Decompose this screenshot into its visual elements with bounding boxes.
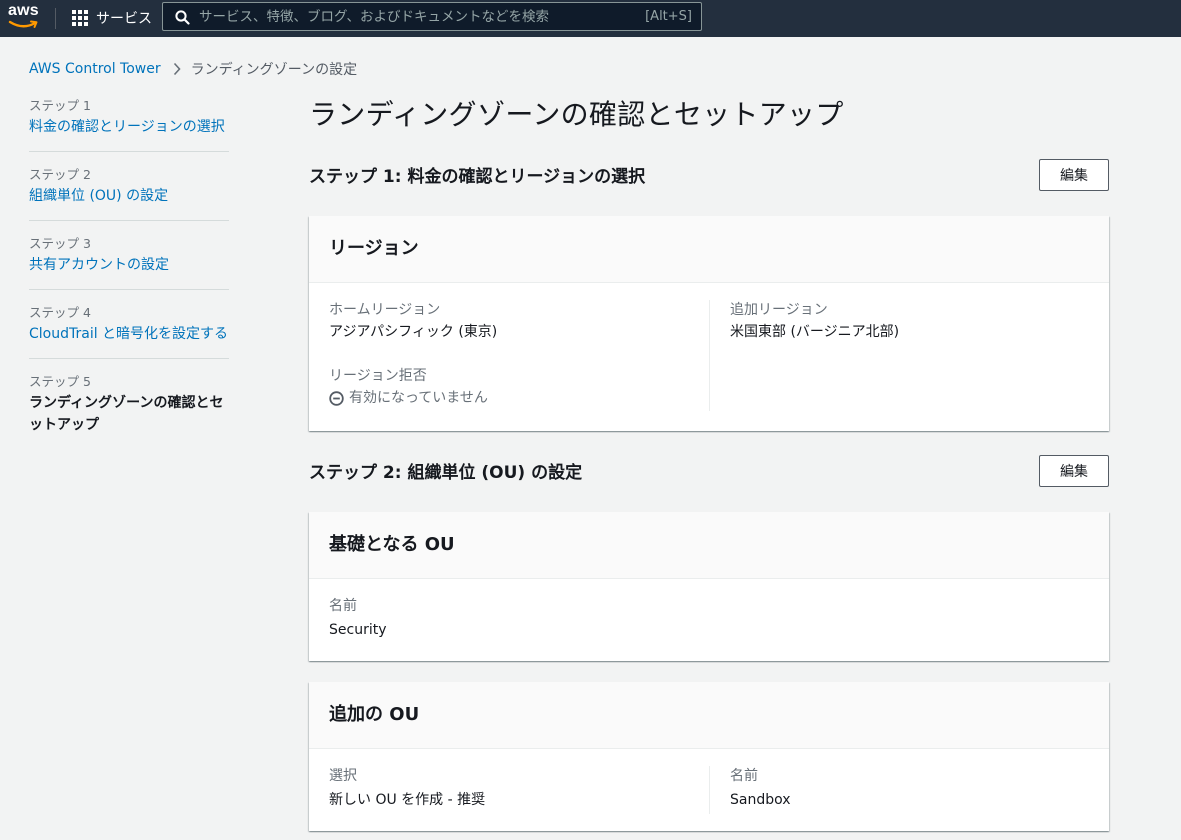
wizard-step-1: ステップ 1 料金の確認とリージョンの選択	[29, 96, 229, 152]
additional-ou-right-column: 名前 Sandbox	[730, 765, 1090, 811]
section-step-2-header: ステップ 2: 組織単位 (OU) の設定 編集	[309, 455, 1109, 487]
nav-divider	[55, 8, 56, 29]
additional-ou-name-value: Sandbox	[730, 792, 791, 808]
additional-ou-title: 追加の OU	[309, 682, 1109, 749]
foundational-ou-name-value: Security	[329, 622, 387, 638]
additional-ou-left-column: 選択 新しい OU を作成 - 推奨	[329, 765, 709, 811]
regions-card-body: ホームリージョン アジアパシフィック (東京) リージョン拒否 有効になっていま…	[309, 283, 1109, 431]
additional-ou-card: 追加の OU 選択 新しい OU を作成 - 推奨 名前 Sandbox	[309, 682, 1109, 831]
aws-logo-text: aws	[8, 2, 39, 19]
step-number: ステップ 1	[29, 98, 91, 113]
home-region-value: アジアパシフィック (東京)	[329, 324, 498, 340]
wizard-step-3: ステップ 3 共有アカウントの設定	[29, 234, 229, 290]
additional-region-value: 米国東部 (バージニア北部)	[730, 324, 900, 340]
edit-step-1-button[interactable]: 編集	[1039, 159, 1109, 191]
column-divider	[709, 766, 710, 814]
breadcrumb-current: ランディングゾーンの設定	[190, 62, 358, 78]
step-number: ステップ 3	[29, 236, 91, 251]
foundational-ou-body: 名前 Security	[309, 579, 1109, 661]
wizard-step-5: ステップ 5 ランディングゾーンの確認とセットアップ	[29, 372, 229, 449]
step-link-configure-ou[interactable]: 組織単位 (OU) の設定	[29, 185, 229, 207]
disabled-status-icon	[329, 390, 344, 406]
search-icon	[175, 10, 190, 25]
top-navigation: aws サービス [Alt+S]	[0, 0, 1181, 37]
section-step-1-header: ステップ 1: 料金の確認とリージョンの選択 編集	[309, 159, 1109, 191]
additional-ou-select-label: 選択	[329, 768, 357, 784]
additional-region-label: 追加リージョン	[730, 302, 828, 318]
foundational-ou-card: 基礎となる OU 名前 Security	[309, 512, 1109, 661]
column-divider	[709, 300, 710, 411]
additional-ou-select-value: 新しい OU を作成 - 推奨	[329, 792, 486, 808]
step-link-cloudtrail-encryption[interactable]: CloudTrail と暗号化を設定する	[29, 323, 229, 345]
breadcrumb-control-tower-link[interactable]: AWS Control Tower	[29, 61, 161, 77]
step-current-review: ランディングゾーンの確認とセットアップ	[29, 395, 224, 433]
page-title: ランディングゾーンの確認とセットアップ	[309, 98, 844, 131]
additional-ou-body: 選択 新しい OU を作成 - 推奨 名前 Sandbox	[309, 749, 1109, 831]
home-region-label: ホームリージョン	[329, 302, 441, 318]
foundational-ou-title: 基礎となる OU	[309, 512, 1109, 579]
region-deny-status: 有効になっていません	[329, 387, 709, 409]
grid-menu-icon	[72, 10, 88, 26]
regions-card: リージョン ホームリージョン アジアパシフィック (東京) リージョン拒否 有効…	[309, 216, 1109, 431]
step-link-shared-accounts[interactable]: 共有アカウントの設定	[29, 254, 229, 276]
breadcrumb: AWS Control Tower ランディングゾーンの設定	[29, 59, 357, 79]
additional-ou-name-label: 名前	[730, 768, 758, 784]
wizard-steps: ステップ 1 料金の確認とリージョンの選択 ステップ 2 組織単位 (OU) の…	[29, 96, 229, 462]
services-menu-button[interactable]: サービス	[72, 7, 152, 29]
search-bar[interactable]: [Alt+S]	[162, 2, 702, 31]
section-step-1-title: ステップ 1: 料金の確認とリージョンの選択	[309, 167, 646, 187]
services-label: サービス	[96, 11, 152, 27]
aws-logo[interactable]: aws	[8, 3, 42, 33]
chevron-right-icon	[173, 62, 181, 76]
aws-smile-icon	[8, 20, 38, 28]
foundational-ou-column: 名前 Security	[329, 595, 709, 641]
section-step-2-title: ステップ 2: 組織単位 (OU) の設定	[309, 463, 583, 483]
foundational-ou-name-label: 名前	[329, 598, 357, 614]
regions-card-title: リージョン	[309, 216, 1109, 283]
step-link-pricing-regions[interactable]: 料金の確認とリージョンの選択	[29, 116, 229, 138]
regions-left-column: ホームリージョン アジアパシフィック (東京) リージョン拒否 有効になっていま…	[329, 299, 709, 409]
wizard-step-2: ステップ 2 組織単位 (OU) の設定	[29, 165, 229, 221]
step-number: ステップ 2	[29, 167, 91, 182]
region-deny-label: リージョン拒否	[329, 368, 427, 384]
regions-right-column: 追加リージョン 米国東部 (バージニア北部)	[730, 299, 1090, 343]
step-number: ステップ 4	[29, 305, 91, 320]
search-shortcut-hint: [Alt+S]	[645, 9, 692, 24]
wizard-step-4: ステップ 4 CloudTrail と暗号化を設定する	[29, 303, 229, 359]
search-input[interactable]	[199, 6, 639, 28]
edit-step-2-button[interactable]: 編集	[1039, 455, 1109, 487]
region-deny-value: 有効になっていません	[349, 390, 488, 406]
step-number: ステップ 5	[29, 374, 91, 389]
